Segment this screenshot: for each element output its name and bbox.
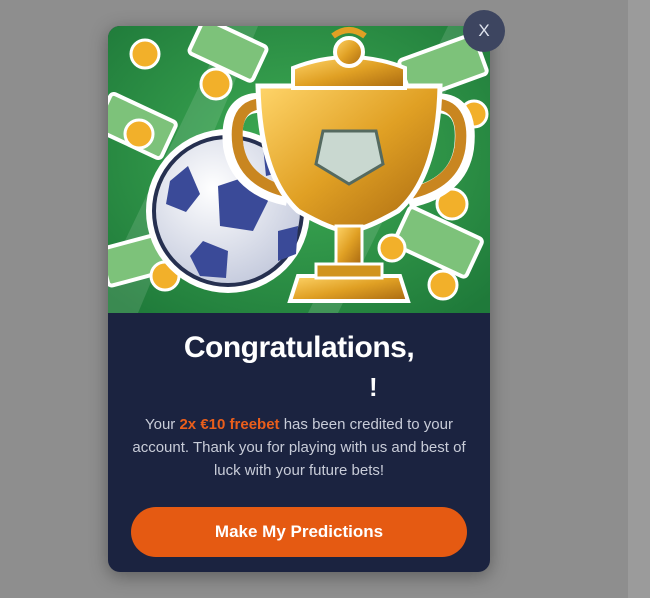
page-edge-strip — [628, 0, 650, 598]
freebet-message: Your 2x €10 freebet has been credited to… — [124, 413, 474, 482]
close-button[interactable]: X — [463, 10, 505, 52]
make-my-predictions-button[interactable]: Make My Predictions — [131, 507, 467, 557]
congratulations-title: Congratulations, — [183, 331, 415, 364]
congratulations-modal: Congratulations, ! Your 2x €10 freebet h… — [108, 26, 490, 572]
hero-illustration — [108, 26, 490, 313]
freebet-amount-highlight: 2x €10 freebet — [179, 416, 280, 433]
title-exclamation: ! — [369, 372, 378, 402]
message-prefix: Your — [144, 416, 180, 433]
